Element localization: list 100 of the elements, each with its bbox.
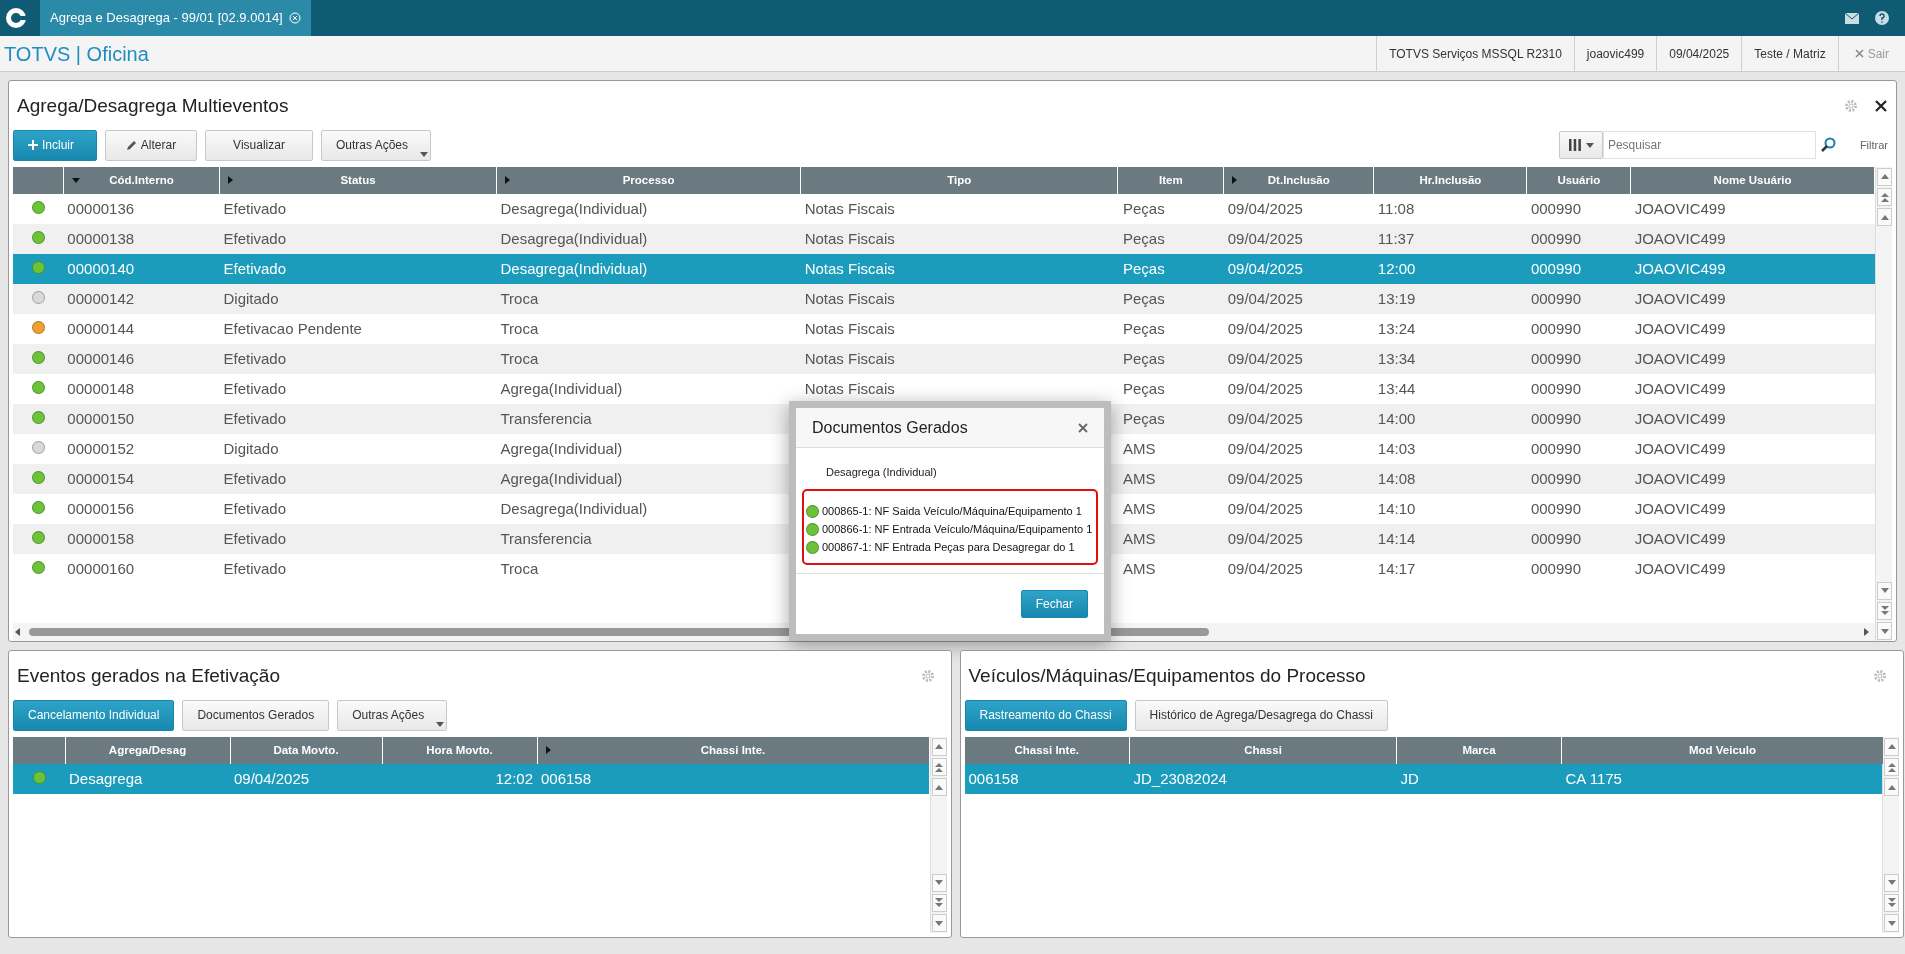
column-header[interactable]: Chassi Inte. [537, 737, 929, 764]
scroll-down-button[interactable] [1877, 602, 1892, 620]
mail-icon[interactable] [1845, 12, 1859, 24]
column-header[interactable]: Cód.Interno [63, 167, 220, 194]
column-header[interactable]: Agrega/Desag [65, 737, 230, 764]
document-entry: 000866-1: NF Entrada Veículo/Máquina/Equipamento 1 [822, 522, 1093, 538]
column-header[interactable]: Chassi [1129, 737, 1397, 764]
table-cell: 000990 [1530, 319, 1581, 337]
table-cell: 000990 [1530, 259, 1581, 277]
table-cell: JD_23082024 [1133, 769, 1227, 787]
search-field[interactable]: Pesquisar [1602, 131, 1816, 159]
scroll-down-button[interactable] [1884, 874, 1899, 892]
action-button[interactable]: Visualizar [205, 129, 313, 161]
scroll-up-button[interactable] [931, 758, 947, 776]
column-header[interactable]: Status [219, 167, 497, 194]
table-cell: 09/04/2025 [1227, 379, 1303, 397]
vertical-scrollbar[interactable] [1882, 737, 1899, 933]
action-button[interactable]: Rastreamento do Chassi [964, 699, 1127, 731]
filter-link[interactable]: Filtrar [1859, 136, 1888, 154]
column-header[interactable]: Hr.Inclusão [1373, 167, 1527, 194]
sort-icon[interactable] [71, 178, 80, 183]
table-cell: 13:19 [1377, 289, 1416, 307]
table-cell: 00000152 [67, 439, 135, 457]
table-cell: Desagrega(Individual) [500, 259, 648, 277]
table-cell: 09/04/2025 [1227, 469, 1303, 487]
table-cell: Efetivado [223, 469, 287, 487]
scroll-down-button[interactable] [1884, 914, 1899, 932]
table-cell: JOAOVIC499 [1634, 529, 1726, 547]
table-cell: 000990 [1530, 349, 1581, 367]
table-cell: Desagrega(Individual) [500, 229, 648, 247]
dialog-subtitle: Desagrega (Individual) [825, 465, 938, 480]
action-button[interactable]: Incluir [13, 129, 97, 161]
help-icon[interactable] [1875, 11, 1889, 25]
column-header[interactable]: Data Movto. [230, 737, 382, 764]
table-cell: Desagrega [69, 769, 143, 787]
scroll-up-button[interactable] [1877, 168, 1892, 186]
close-button[interactable]: Fechar [1020, 589, 1088, 618]
action-button[interactable]: Alterar [105, 129, 197, 161]
column-header[interactable]: Dt.Inclusão [1223, 167, 1374, 194]
scroll-left-icon[interactable] [13, 627, 23, 637]
action-button[interactable]: Documentos Gerados [182, 699, 330, 731]
table-cell: Agrega(Individual) [500, 379, 623, 397]
vertical-scrollbar[interactable] [929, 737, 947, 933]
column-header[interactable]: Chassi Inte. [964, 737, 1130, 764]
search-icon[interactable] [1819, 137, 1836, 153]
scroll-up-button[interactable] [931, 778, 947, 796]
column-header[interactable]: Tipo [800, 167, 1118, 194]
table-cell: 13:44 [1377, 379, 1416, 397]
scroll-down-button[interactable] [1877, 582, 1892, 600]
column-header[interactable]: Mod Veiculo [1561, 737, 1884, 764]
table-cell: 14:00 [1377, 409, 1416, 427]
plus-icon [28, 140, 38, 150]
scroll-down-button[interactable] [1877, 622, 1892, 640]
columns-button[interactable] [1558, 131, 1603, 159]
column-header[interactable]: Processo [496, 167, 801, 194]
table-cell: 00000138 [67, 229, 135, 247]
scroll-up-button[interactable] [1884, 758, 1899, 776]
column-header[interactable]: Marca [1396, 737, 1562, 764]
scroll-down-button[interactable] [1884, 894, 1899, 912]
action-button[interactable]: Outras Ações [337, 699, 448, 731]
table-cell: JOAOVIC499 [1634, 259, 1726, 277]
table-cell: AMS [1123, 469, 1156, 487]
table-cell: Agrega(Individual) [500, 439, 623, 457]
column-header[interactable]: Nome Usuário [1630, 167, 1875, 194]
action-button[interactable]: Outras Ações [321, 129, 432, 161]
table-cell: 006158 [541, 769, 592, 787]
table-cell: 000990 [1530, 409, 1581, 427]
scroll-right-icon[interactable] [1861, 627, 1871, 637]
column-header[interactable]: Item [1118, 167, 1224, 194]
exit-button[interactable]: Sair [1837, 36, 1905, 71]
table-cell: Troca [500, 319, 539, 337]
scroll-down-button[interactable] [931, 914, 947, 932]
expand-icon[interactable] [545, 746, 551, 754]
pencil-icon [125, 139, 137, 151]
scroll-down-button[interactable] [931, 874, 947, 892]
table-cell: 09/04/2025 [1227, 229, 1303, 247]
close-icon[interactable] [1874, 99, 1888, 113]
scroll-up-button[interactable] [1884, 778, 1899, 796]
expand-icon[interactable] [1232, 176, 1238, 184]
scroll-up-button[interactable] [1884, 738, 1899, 756]
table-cell: AMS [1123, 499, 1156, 517]
scroll-up-button[interactable] [931, 738, 947, 756]
table-cell: 000990 [1530, 379, 1581, 397]
expand-icon[interactable] [505, 176, 510, 184]
table-cell: Digitado [223, 289, 279, 307]
column-header[interactable]: Usuário [1526, 167, 1631, 194]
action-button[interactable]: Histórico de Agrega/Desagrega do Chassi [1134, 699, 1389, 731]
table-cell: JOAOVIC499 [1634, 439, 1726, 457]
app-tab[interactable]: Agrega e Desagrega - 99/01 [02.9.0014] [40, 0, 311, 36]
table-cell: Notas Fiscais [804, 259, 895, 277]
table-cell: Troca [500, 289, 539, 307]
scroll-up-button[interactable] [1877, 188, 1892, 206]
column-header[interactable]: Hora Movto. [382, 737, 537, 764]
scroll-down-button[interactable] [931, 894, 947, 912]
table-cell: Efetivado [223, 499, 287, 517]
scroll-up-button[interactable] [1877, 208, 1892, 226]
vertical-scrollbar[interactable] [1875, 167, 1892, 641]
table-cell: 09/04/2025 [1227, 559, 1303, 577]
action-button[interactable]: Cancelamento Individual [13, 699, 175, 731]
expand-icon[interactable] [228, 176, 233, 184]
